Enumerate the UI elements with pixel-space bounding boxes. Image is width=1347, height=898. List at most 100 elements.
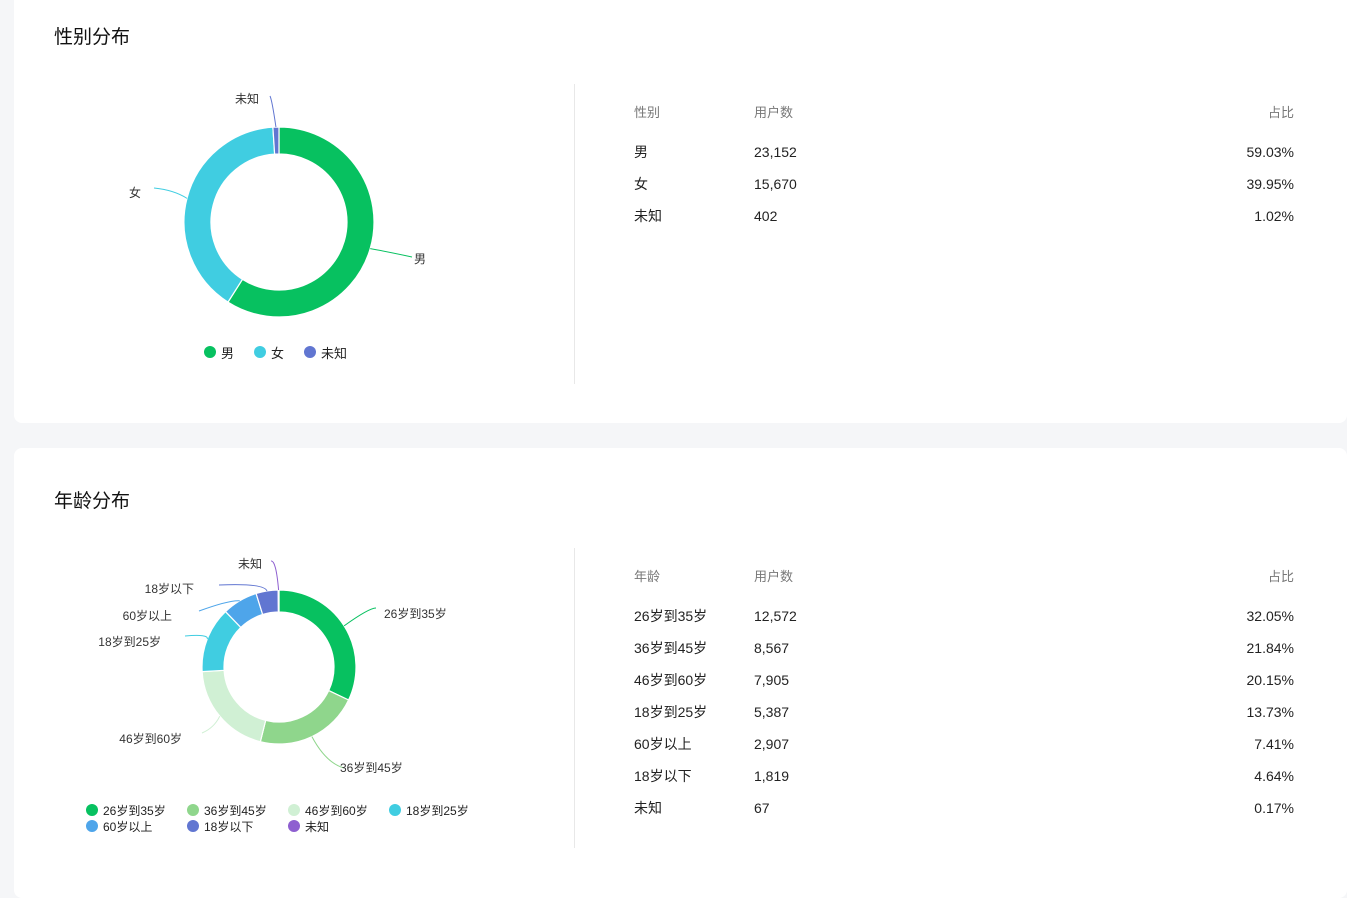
legend-dot-icon bbox=[254, 346, 267, 358]
divider bbox=[574, 84, 575, 384]
row-count: 23,152 bbox=[754, 144, 797, 160]
legend-item[interactable]: 男 bbox=[204, 344, 235, 361]
legend-item[interactable]: 未知 bbox=[288, 818, 389, 834]
legend-item[interactable]: 未知 bbox=[304, 344, 348, 361]
table-row: 未知 67 0.17% bbox=[634, 792, 1294, 824]
gender-legend: 男 女 未知 bbox=[204, 344, 367, 361]
table-row: 46岁到60岁 7,905 20.15% bbox=[634, 664, 1294, 696]
gender-table: 性别 用户数 占比男 23,152 59.03% 女 15,670 39.95% 未知 402 1.… bbox=[634, 90, 1294, 232]
legend-dot-icon bbox=[304, 346, 317, 358]
slice-label: 60岁以上 bbox=[123, 608, 172, 623]
row-label: 未知 bbox=[634, 208, 662, 224]
legend-item[interactable]: 18岁到25岁 bbox=[389, 802, 490, 818]
table-header: 性别 用户数 占比 bbox=[634, 90, 1294, 136]
donut-slice[interactable] bbox=[277, 589, 280, 613]
column-header: 用户数 bbox=[754, 569, 794, 584]
row-count: 5,387 bbox=[754, 704, 790, 720]
column-header: 占比 bbox=[1267, 569, 1294, 584]
slice-label: 男 bbox=[414, 252, 426, 266]
slice-label: 46岁到60岁 bbox=[119, 731, 182, 746]
donut-slice[interactable] bbox=[272, 126, 280, 155]
row-percent: 32.05% bbox=[1246, 608, 1294, 624]
column-header: 用户数 bbox=[754, 105, 794, 120]
label-leader-line bbox=[201, 715, 221, 734]
slice-label: 36岁到45岁 bbox=[340, 760, 403, 775]
row-count: 2,907 bbox=[754, 736, 790, 752]
legend-label: 26岁到35岁 bbox=[103, 803, 166, 818]
row-label: 26岁到35岁 bbox=[634, 608, 708, 624]
donut-slice[interactable] bbox=[259, 689, 350, 745]
legend-item[interactable]: 18岁以下 bbox=[187, 818, 288, 834]
slice-label: 26岁到35岁 bbox=[384, 606, 447, 621]
row-label: 46岁到60岁 bbox=[634, 672, 708, 688]
legend-label: 18岁到25岁 bbox=[406, 803, 469, 818]
legend-item[interactable]: 36岁到45岁 bbox=[187, 802, 288, 818]
row-count: 67 bbox=[754, 800, 770, 816]
legend-dot-icon bbox=[389, 804, 401, 816]
row-count: 15,670 bbox=[754, 176, 797, 192]
legend-label: 未知 bbox=[321, 345, 348, 361]
label-leader-line bbox=[269, 95, 277, 128]
legend-dot-icon bbox=[187, 804, 199, 816]
legend-item[interactable]: 女 bbox=[254, 344, 285, 361]
row-label: 36岁到45岁 bbox=[634, 640, 708, 656]
slice-label: 未知 bbox=[238, 557, 262, 571]
legend-dot-icon bbox=[187, 820, 199, 832]
table-row: 未知 402 1.02% bbox=[634, 200, 1294, 232]
row-percent: 59.03% bbox=[1246, 144, 1294, 160]
legend-label: 46岁到60岁 bbox=[305, 803, 368, 818]
legend-label: 女 bbox=[271, 345, 285, 361]
slice-label: 18岁到25岁 bbox=[98, 634, 161, 649]
donut-slice[interactable] bbox=[201, 669, 267, 743]
slice-label: 18岁以下 bbox=[145, 581, 194, 596]
row-percent: 1.02% bbox=[1254, 208, 1294, 224]
legend-dot-icon bbox=[86, 820, 98, 832]
row-label: 18岁以下 bbox=[634, 768, 692, 784]
table-header: 年龄 用户数 占比 bbox=[634, 554, 1294, 600]
row-label: 女 bbox=[634, 176, 648, 192]
table-row: 女 15,670 39.95% bbox=[634, 168, 1294, 200]
label-leader-line bbox=[343, 607, 377, 627]
row-label: 未知 bbox=[634, 800, 662, 816]
divider bbox=[574, 548, 575, 848]
table-row: 男 23,152 59.03% bbox=[634, 136, 1294, 168]
legend-label: 未知 bbox=[305, 819, 330, 834]
row-percent: 21.84% bbox=[1246, 640, 1294, 656]
row-label: 60岁以上 bbox=[634, 736, 692, 752]
legend-label: 36岁到45岁 bbox=[204, 803, 267, 818]
label-leader-line bbox=[153, 187, 188, 199]
age-card: 年龄分布 26岁到35岁 36岁到45岁 46岁到60岁 18岁到25岁 60岁以上 18… bbox=[14, 448, 1347, 898]
legend-dot-icon bbox=[288, 820, 300, 832]
age-table: 年龄 用户数 占比 26岁到35岁 12,572 32.05% 36岁到45岁 8,567 21… bbox=[634, 554, 1294, 824]
table-row: 26岁到35岁 12,572 32.05% bbox=[634, 600, 1294, 632]
row-percent: 0.17% bbox=[1254, 800, 1294, 816]
row-label: 18岁到25岁 bbox=[634, 704, 708, 720]
row-count: 1,819 bbox=[754, 768, 790, 784]
legend-label: 18岁以下 bbox=[204, 819, 254, 834]
age-legend: 26岁到35岁 36岁到45岁 46岁到60岁 18岁到25岁 60岁以上 18岁以下 未知 bbox=[86, 802, 506, 834]
row-percent: 13.73% bbox=[1246, 704, 1294, 720]
gender-card: 性别分布 男女未知 男女未知 性别 用户数 占比男 23,152 59.03% 女 15,6… bbox=[14, 0, 1347, 423]
slice-label: 女 bbox=[129, 185, 141, 200]
column-header: 性别 bbox=[634, 105, 661, 120]
label-leader-line bbox=[270, 560, 280, 591]
legend-item[interactable]: 60岁以上 bbox=[86, 818, 187, 834]
row-percent: 20.15% bbox=[1246, 672, 1294, 688]
legend-item[interactable]: 26岁到35岁 bbox=[86, 802, 187, 818]
donut-slice[interactable] bbox=[278, 589, 357, 701]
donut-slice[interactable] bbox=[183, 126, 276, 303]
row-count: 8,567 bbox=[754, 640, 790, 656]
table-row: 60岁以上 2,907 7.41% bbox=[634, 728, 1294, 760]
row-count: 7,905 bbox=[754, 672, 790, 688]
row-count: 12,572 bbox=[754, 608, 797, 624]
legend-item[interactable]: 46岁到60岁 bbox=[288, 802, 389, 818]
legend-label: 60岁以上 bbox=[103, 819, 153, 834]
label-leader-line bbox=[218, 584, 268, 592]
legend-dot-icon bbox=[86, 804, 98, 816]
label-leader-line bbox=[184, 634, 208, 640]
slice-label: 未知 bbox=[235, 92, 259, 106]
legend-dot-icon bbox=[288, 804, 300, 816]
legend-label: 男 bbox=[221, 345, 235, 361]
table-row: 36岁到45岁 8,567 21.84% bbox=[634, 632, 1294, 664]
row-percent: 39.95% bbox=[1246, 176, 1294, 192]
